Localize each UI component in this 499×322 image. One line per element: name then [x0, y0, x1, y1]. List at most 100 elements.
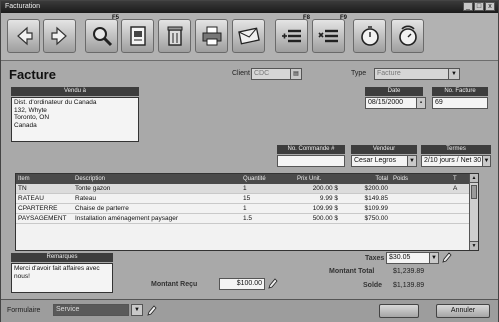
remove-line-button[interactable] [312, 19, 345, 53]
taxes-dropdown-button[interactable]: ▼ [429, 252, 439, 264]
salesperson-dropdown-button[interactable]: ▼ [407, 155, 417, 167]
cell-quantity[interactable]: 1.5 [241, 214, 295, 223]
type-dropdown-button[interactable]: ▼ [448, 68, 460, 80]
f9-key-label: F9 [340, 15, 348, 21]
back-button[interactable] [7, 19, 40, 53]
column-header-t[interactable]: T [451, 174, 469, 184]
delete-button[interactable] [158, 19, 191, 53]
f5-key-label: F5 [112, 15, 120, 21]
print-button[interactable] [195, 19, 228, 53]
table-row[interactable]: CPARTERRE Chaise de parterre 1 109.99 $ … [16, 204, 478, 214]
date-header: Date [365, 87, 423, 96]
column-header-quantity[interactable]: Quantité [241, 174, 295, 184]
cell-description[interactable]: Tonte gazon [73, 184, 241, 193]
column-header-weight[interactable]: Poids [391, 174, 451, 184]
invoice-number-field[interactable]: 69 [432, 97, 488, 109]
cell-quantity[interactable]: 1 [241, 204, 295, 213]
refresh-timer-button[interactable] [391, 19, 424, 53]
ok-button[interactable] [379, 304, 419, 318]
type-select[interactable]: Facture [374, 68, 449, 80]
date-field[interactable]: 08/15/2000 [365, 97, 417, 109]
envelope-icon [237, 27, 260, 45]
trash-icon [167, 26, 182, 46]
cell-item[interactable]: PAYSAGEMENT [16, 214, 73, 223]
bottom-bar: Formulaire Service ▼ Annuler [1, 299, 498, 322]
amount-received-field[interactable]: $100.00 [219, 278, 265, 290]
email-button[interactable] [232, 19, 265, 53]
stopwatch-icon [360, 26, 379, 46]
column-header-total[interactable]: Total [341, 174, 391, 184]
cell-t[interactable]: A [451, 184, 469, 193]
cell-t[interactable] [451, 194, 469, 203]
column-header-unit-price[interactable]: Prix Unit. [295, 174, 341, 184]
cell-description[interactable]: Chaise de parterre [73, 204, 241, 213]
salesperson-select[interactable]: Cesar Legros [351, 155, 409, 167]
scroll-down-icon[interactable]: ▼ [470, 241, 478, 250]
add-line-button[interactable] [275, 19, 308, 53]
magnifier-icon [92, 27, 112, 47]
cell-unit-price[interactable]: 109.99 $ [295, 204, 341, 213]
cell-item[interactable]: TN [16, 184, 73, 193]
minimize-button[interactable]: _ [463, 2, 473, 11]
cell-t[interactable] [451, 214, 469, 223]
bill-to-address[interactable]: Dist. d'ordinateur du Canada 132, Whyte … [11, 97, 139, 142]
search-button[interactable] [85, 19, 118, 53]
total-amount-label: Montant Total [329, 268, 375, 275]
pencil-icon[interactable] [442, 252, 452, 263]
pencil-icon[interactable] [147, 305, 157, 316]
lookup-icon: ▤ [293, 71, 299, 77]
remarks-field[interactable]: Merci d'avoir fait affaires avec nous! [11, 263, 113, 293]
cell-weight[interactable] [391, 184, 451, 193]
cell-weight[interactable] [391, 214, 451, 223]
document-icon [129, 26, 146, 46]
terms-select[interactable]: 2/10 jours / Net 30 [421, 155, 483, 167]
printer-icon [202, 26, 221, 46]
scroll-thumb[interactable] [471, 185, 477, 199]
cell-quantity[interactable]: 15 [241, 194, 295, 203]
table-scrollbar[interactable]: ▲ ▼ [469, 174, 478, 250]
order-number-field[interactable] [277, 155, 345, 167]
client-lookup-button[interactable]: ▤ [290, 68, 302, 80]
taxes-label: Taxes [365, 255, 385, 262]
cell-quantity[interactable]: 1 [241, 184, 295, 193]
total-amount-value: $1,239.89 [393, 268, 425, 275]
cell-unit-price[interactable]: 500.00 $ [295, 214, 341, 223]
maximize-button[interactable]: □ [474, 2, 484, 11]
cell-unit-price[interactable]: 200.00 $ [295, 184, 341, 193]
arrow-right-icon [50, 26, 67, 46]
form-template-dropdown-button[interactable]: ▼ [131, 304, 143, 316]
cell-total: $200.00 [364, 185, 389, 192]
column-header-item[interactable]: Item [16, 174, 73, 184]
cancel-button[interactable]: Annuler [436, 304, 490, 318]
cell-item[interactable]: RATEAU [16, 194, 73, 203]
table-row[interactable]: PAYSAGEMENT Installation aménagement pay… [16, 214, 478, 224]
column-header-description[interactable]: Description [73, 174, 241, 184]
cell-description[interactable]: Installation aménagement paysager [73, 214, 241, 223]
form-template-select[interactable]: Service [53, 304, 129, 316]
pencil-icon[interactable] [268, 278, 278, 289]
close-button[interactable]: x [485, 2, 495, 11]
terms-dropdown-button[interactable]: ▼ [482, 155, 491, 167]
cell-item[interactable]: CPARTERRE [16, 204, 73, 213]
balance-value: $1,139.89 [393, 282, 425, 289]
cell-description[interactable]: Rateau [73, 194, 241, 203]
cell-unit-price[interactable]: 9.99 $ [295, 194, 341, 203]
terms-header: Termes [421, 145, 491, 154]
vendu-a-header: Vendu à [11, 87, 139, 96]
cell-weight[interactable] [391, 204, 451, 213]
address-line: 132, Whyte [14, 106, 47, 114]
table-row[interactable]: RATEAU Rateau 15 9.99 $ $149.85 [16, 194, 478, 204]
remove-line-icon [317, 29, 338, 43]
taxes-field[interactable]: $30.05 [386, 252, 430, 264]
table-row[interactable]: TN Tonte gazon 1 200.00 $ $200.00 A [16, 184, 478, 194]
timer-button[interactable] [353, 19, 386, 53]
chevron-down-icon: ▼ [134, 307, 140, 313]
cell-t[interactable] [451, 204, 469, 213]
cell-weight[interactable] [391, 194, 451, 203]
forward-button[interactable] [43, 19, 76, 53]
line-items-table: Item Description Quantité Prix Unit. Tot… [15, 173, 479, 251]
scroll-up-icon[interactable]: ▲ [470, 174, 478, 183]
date-picker-button[interactable]: ▪ [416, 97, 426, 109]
table-header: Item Description Quantité Prix Unit. Tot… [16, 174, 478, 184]
document-button[interactable] [121, 19, 154, 53]
